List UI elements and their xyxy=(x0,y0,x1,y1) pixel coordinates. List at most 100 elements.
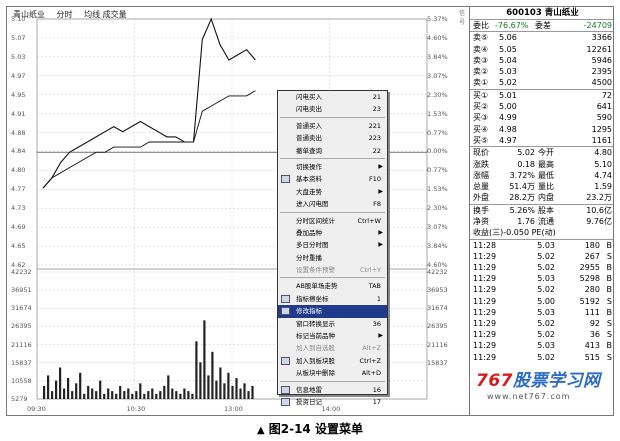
volume-bar xyxy=(163,385,166,399)
menu-item-label: 从板块中删除 xyxy=(296,369,335,378)
volume-tick-label: 26395 xyxy=(11,322,32,331)
volume-tick-label: 31674 xyxy=(11,304,32,313)
app-window: 青山纸业 分时 均线 成交量 信号 5.10 5.07 5.03 4.97 4.95 4.… xyxy=(6,6,614,416)
volume-bar xyxy=(103,393,106,399)
volume-bar xyxy=(235,378,238,399)
tick-time: 11:29 xyxy=(473,352,497,362)
context-menu[interactable]: 闪电买入 21 闪电卖出 23 普通买入 221 普通卖出 223 撤单查询 22 切换操作 ▶ 基本资… xyxy=(277,90,388,406)
tick-side: B xyxy=(606,341,613,351)
menu-item[interactable]: 修改指标 xyxy=(278,305,387,318)
volume-bar xyxy=(219,367,222,399)
menu-item-label: 多日分时图 xyxy=(296,241,329,250)
menu-item[interactable]: 切换操作 ▶ xyxy=(278,161,387,173)
time-tick-label: 13:00 xyxy=(224,405,243,413)
bid-price: 5.00 xyxy=(499,102,517,112)
stat-row: 涨跌 0.18 最高 5.10 xyxy=(470,159,613,170)
menu-item-shortcut: 221 xyxy=(368,121,381,130)
tick-row: 11:29 5.00 5192 S xyxy=(470,296,613,307)
menu-item[interactable]: 分时重播 xyxy=(278,252,387,264)
bid-price: 4.98 xyxy=(499,124,517,134)
stat-value: 5.02 xyxy=(517,148,535,158)
menu-item[interactable]: 基本资料 F10 xyxy=(278,173,387,185)
menu-item: 加入到自选股 Alt+Z xyxy=(278,342,387,354)
average-line xyxy=(42,90,256,189)
price-tick-label: 4.84 xyxy=(11,147,26,156)
ask-price: 5.03 xyxy=(499,67,517,77)
menu-item[interactable]: 投资日记 17 xyxy=(278,396,387,408)
menu-item-label: 窗口转换显示 xyxy=(296,319,335,328)
chart-canvas[interactable] xyxy=(7,7,468,416)
ratio-label: 委比 xyxy=(473,21,489,30)
menu-item-shortcut: Alt+D xyxy=(361,369,381,378)
tick-side: B xyxy=(606,285,613,295)
menu-item[interactable]: 多日分时图 ▶ xyxy=(278,239,387,251)
price-tick-label: 4.97 xyxy=(11,71,26,80)
price-line xyxy=(42,17,256,189)
price-tick-label: 5.03 xyxy=(11,52,26,61)
menu-item[interactable]: 从板块中删除 Alt+D xyxy=(278,367,387,379)
ask-price: 5.04 xyxy=(499,55,517,65)
menu-item[interactable]: 大盘走势 ▶ xyxy=(278,186,387,198)
tick-volume: 2955 xyxy=(579,263,600,273)
volume-bar xyxy=(51,391,54,399)
tick-list[interactable]: 11:28 5.03 180 B 11:29 5.02 267 S 11:29 5.02 2955 B… xyxy=(470,240,613,363)
volume-bar xyxy=(67,378,70,399)
tick-price: 5.03 xyxy=(537,307,555,317)
submenu-arrow-icon: ▶ xyxy=(378,332,383,340)
tick-row: 11:29 5.03 111 B xyxy=(470,307,613,318)
intraday-chart[interactable]: 青山纸业 分时 均线 成交量 信号 5.10 5.07 5.03 4.97 4.95 4.… xyxy=(7,7,468,416)
volume-tick-label: 10558 xyxy=(11,376,32,385)
volume-bar xyxy=(87,385,90,399)
volume-bar xyxy=(191,393,194,399)
volume-bar xyxy=(139,383,142,399)
tick-time: 11:28 xyxy=(473,240,497,250)
menu-item[interactable]: 普通卖出 223 xyxy=(278,132,387,144)
ask-level: 卖⑤ xyxy=(473,33,489,43)
menu-item[interactable]: 信息地雷 16 xyxy=(278,384,387,396)
volume-tick-label: 15837 xyxy=(11,358,32,367)
price-tick-label: 4.91 xyxy=(11,109,26,118)
bid-row: 买③ 4.99 590 xyxy=(470,112,613,123)
submenu-arrow-icon: ▶ xyxy=(378,162,383,170)
volume-bar xyxy=(151,388,154,399)
menu-item[interactable]: 加入到板块股 Ctrl+Z xyxy=(278,355,387,367)
bid-level: 买④ xyxy=(473,124,489,134)
bid-row: 买④ 4.98 1295 xyxy=(470,124,613,135)
menu-item[interactable]: 叠加品种 ▶ xyxy=(278,227,387,239)
tick-volume: 5298 xyxy=(579,274,600,284)
tick-price: 5.02 xyxy=(537,352,555,362)
ask-volume: 2395 xyxy=(591,67,612,77)
tick-row: 11:29 5.02 36 S xyxy=(470,329,613,340)
menu-item-label: 分时区间统计 xyxy=(296,216,335,225)
menu-item[interactable]: AB股单场走势 TAB xyxy=(278,280,387,292)
tick-volume: 111 xyxy=(584,307,600,317)
diff-value: -24709 xyxy=(583,21,612,30)
volume-bar xyxy=(91,388,94,399)
menu-item-label: 分时重播 xyxy=(296,253,322,262)
bid-level: 买① xyxy=(473,90,489,100)
stat-value: 1.59 xyxy=(594,182,612,192)
menu-item[interactable]: 闪电买入 21 xyxy=(278,91,387,103)
stat-row: 净资 1.76 流通 9.76亿 xyxy=(470,216,613,227)
menu-item[interactable]: 窗口转换显示 36 xyxy=(278,318,387,330)
menu-item[interactable]: 标记当前品种 ▶ xyxy=(278,330,387,342)
ratio-value: -76.67% xyxy=(495,21,529,30)
bid-row: 买⑤ 4.97 1161 xyxy=(470,135,613,146)
bid-volume: 641 xyxy=(596,102,612,112)
menu-item[interactable]: 分时区间统计 Ctrl+W xyxy=(278,215,387,227)
menu-item[interactable]: 进入闪电图 F8 xyxy=(278,198,387,210)
stat-value: 28.2万 xyxy=(509,193,535,203)
volume-bar xyxy=(131,393,134,399)
volume-bar xyxy=(119,385,122,399)
menu-item[interactable]: 撤单查询 22 xyxy=(278,145,387,157)
menu-item[interactable]: 指标擦坐标 1 xyxy=(278,293,387,305)
menu-item[interactable]: 普通买入 221 xyxy=(278,120,387,132)
price-tick-label: 5.10 xyxy=(11,15,26,23)
tick-price: 5.02 xyxy=(537,251,555,261)
tick-row: 11:29 5.02 515 S xyxy=(470,352,613,363)
menu-item-label: 加入到自选股 xyxy=(296,344,335,353)
volume-bar xyxy=(179,393,182,399)
stat-value: 0.18 xyxy=(517,159,535,169)
stats-list-2: 换手 5.26% 股本 10.6亿 净资 1.76 流通 9.76亿 xyxy=(470,205,613,228)
menu-item[interactable]: 闪电卖出 23 xyxy=(278,103,387,115)
